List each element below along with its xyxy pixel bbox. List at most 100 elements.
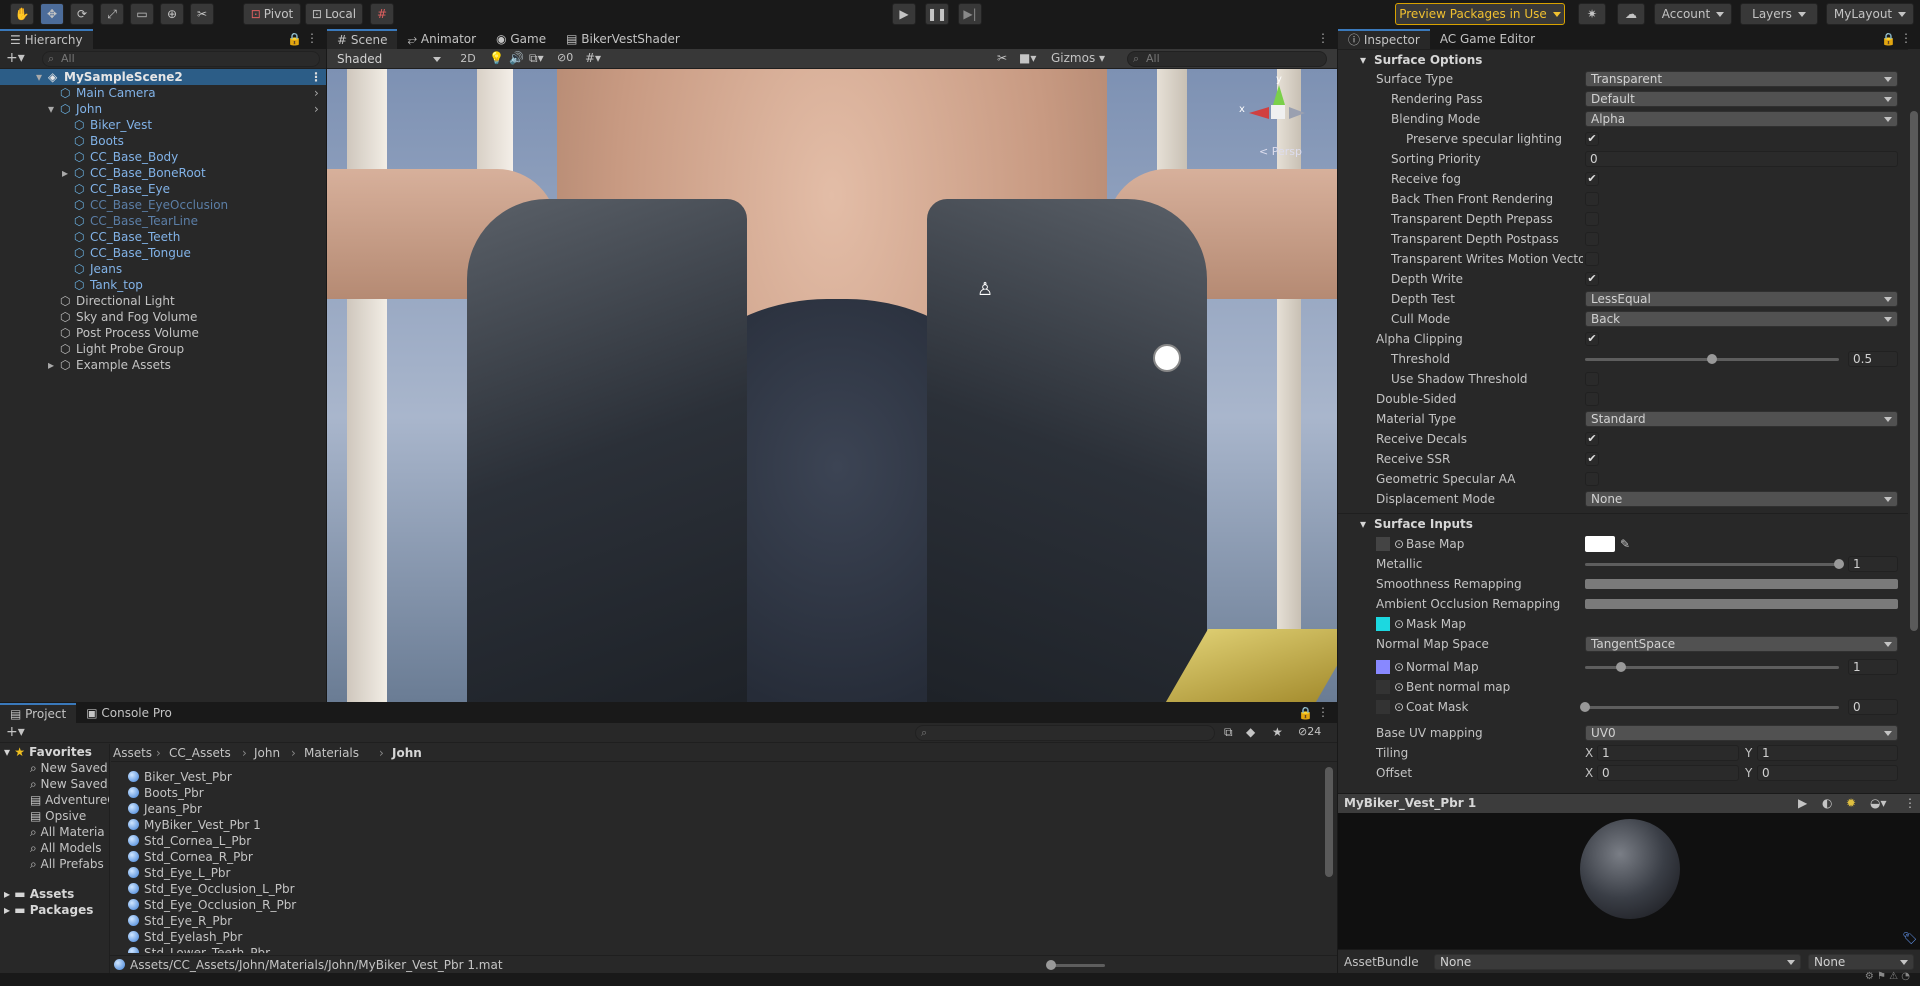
inspector-scrollbar[interactable] (1910, 111, 1918, 631)
hierarchy-row[interactable]: ⬡ CC_Base_Body (0, 149, 326, 165)
hierarchy-row[interactable]: ⬡ CC_Base_TearLine (0, 213, 326, 229)
grid-toggle-icon[interactable]: #▾ (585, 51, 601, 65)
hierarchy-row[interactable]: ⬡ Tank_top (0, 277, 326, 293)
filter-type-icon[interactable]: ⧉ (1224, 725, 1233, 740)
sorting-priority-field[interactable]: 0 (1585, 151, 1898, 167)
object-picker-icon[interactable]: ⊙ (1394, 659, 1404, 675)
texture-slot-icon[interactable] (1376, 537, 1390, 551)
bent-texture-slot-icon[interactable] (1376, 680, 1390, 694)
play-preview-icon[interactable]: ▶ (1798, 796, 1807, 810)
layers-dropdown[interactable]: Layers (1740, 3, 1818, 25)
kebab-menu-icon[interactable]: ⋮ (1317, 705, 1329, 719)
back-then-front-checkbox[interactable] (1585, 192, 1599, 206)
base-color-swatch[interactable] (1585, 536, 1615, 552)
light-preview-icon[interactable]: ✹ (1846, 796, 1856, 810)
preserve-specular-checkbox[interactable]: ✔ (1585, 132, 1599, 146)
use-shadow-threshold-checkbox[interactable] (1585, 372, 1599, 386)
material-preview[interactable]: 🏷 (1338, 813, 1920, 949)
object-picker-icon[interactable]: ⊙ (1394, 616, 1404, 632)
hierarchy-row[interactable]: ⬡ Boots (0, 133, 326, 149)
icon-size-slider-knob[interactable] (1046, 960, 1056, 970)
hierarchy-row[interactable]: ⬡ Biker_Vest (0, 117, 326, 133)
hierarchy-row[interactable]: ⬡ Post Process Volume (0, 325, 326, 341)
transform-tool-icon[interactable]: ⊕ (160, 3, 184, 25)
layout-dropdown[interactable]: MyLayout (1826, 3, 1914, 25)
object-picker-icon[interactable]: ⊙ (1394, 679, 1404, 695)
pivot-toggle[interactable]: ⊡ Pivot (243, 3, 301, 25)
play-button[interactable]: ▶ (892, 3, 916, 25)
filter-label-icon[interactable]: ◆ (1246, 725, 1255, 739)
tiling-x-field[interactable]: 1 (1597, 745, 1739, 761)
custom-tool-icon[interactable]: ✂ (190, 3, 214, 25)
depth-write-checkbox[interactable]: ✔ (1585, 272, 1599, 286)
receive-fog-checkbox[interactable]: ✔ (1585, 172, 1599, 186)
gizmo-y-axis[interactable] (1273, 85, 1285, 105)
kebab-menu-icon[interactable]: ⋮ (306, 31, 318, 45)
status-icons[interactable]: ⚙ ⚑ ⚠ ◔ (1865, 971, 1910, 982)
list-item[interactable]: Std_Eye_R_Pbr (128, 913, 232, 929)
scene-menu-icon[interactable]: ⋮ (310, 69, 322, 85)
probe-gizmo-icon[interactable] (1153, 344, 1181, 372)
alpha-clipping-checkbox[interactable]: ✔ (1585, 332, 1599, 346)
2d-toggle[interactable]: 2D (455, 51, 481, 67)
rect-tool-icon[interactable]: ▭ (130, 3, 154, 25)
list-item[interactable]: Std_Eye_Occlusion_R_Pbr (128, 897, 296, 913)
depth-prepass-checkbox[interactable] (1585, 212, 1599, 226)
step-button[interactable]: ▶| (958, 3, 982, 25)
shape-dropdown-icon[interactable]: ◒▾ (1870, 796, 1887, 810)
hierarchy-row[interactable]: ⬡ Jeans (0, 261, 326, 277)
base-uv-dropdown[interactable]: UV0 (1585, 725, 1898, 741)
breadcrumb-current[interactable]: John (392, 744, 422, 762)
gizmo-neg-x-axis[interactable] (1289, 107, 1305, 119)
cull-mode-dropdown[interactable]: Back (1585, 311, 1898, 327)
sphere-preview-icon[interactable]: ◐ (1822, 796, 1832, 810)
kebab-menu-icon[interactable]: ⋮ (1904, 796, 1916, 810)
normal-map-field[interactable]: 1 (1848, 659, 1898, 675)
coat-mask-slider-track[interactable] (1585, 706, 1839, 709)
lock-icon[interactable]: 🔒 (1881, 32, 1896, 46)
kebab-menu-icon[interactable]: ⋮ (1900, 31, 1912, 45)
effects-icon[interactable]: ⧉▾ (529, 51, 544, 66)
tab-animator[interactable]: ⥂ Animator (397, 29, 486, 49)
threshold-slider-knob[interactable] (1707, 354, 1717, 364)
list-item[interactable]: Std_Eyelash_Pbr (128, 929, 242, 945)
lock-icon[interactable]: 🔒 (1298, 706, 1313, 720)
local-toggle[interactable]: ⊡ Local (305, 3, 363, 25)
offset-y-field[interactable]: 0 (1757, 765, 1898, 781)
hierarchy-row[interactable]: ▸ ⬡ CC_Base_BoneRoot (0, 165, 326, 181)
list-item[interactable]: Std_Cornea_R_Pbr (128, 849, 253, 865)
list-item[interactable]: Std_Eye_L_Pbr (128, 865, 230, 881)
grid-snap-icon[interactable]: # (370, 3, 394, 25)
tab-hierarchy[interactable]: ☰ Hierarchy (0, 29, 93, 49)
chevron-right-icon[interactable]: › (314, 85, 319, 101)
displacement-dropdown[interactable]: None (1585, 491, 1898, 507)
hierarchy-row[interactable]: ⬡ CC_Base_Tongue (0, 245, 326, 261)
writes-motion-checkbox[interactable] (1585, 252, 1599, 266)
camera-icon[interactable]: ■▾ (1019, 51, 1036, 65)
account-dropdown[interactable]: Account (1654, 3, 1732, 25)
expand-arrow-icon[interactable]: ▸ (62, 165, 68, 181)
hierarchy-row[interactable]: ⬡ Main Camera › (0, 85, 326, 101)
tab-ac-game-editor[interactable]: AC Game Editor (1430, 29, 1545, 49)
tiling-y-field[interactable]: 1 (1757, 745, 1898, 761)
hierarchy-row[interactable]: ▾ ⬡ John › (0, 101, 326, 117)
orientation-gizmo[interactable]: y x < Persp (1227, 74, 1327, 167)
list-item[interactable]: Std_Cornea_L_Pbr (128, 833, 251, 849)
light-gizmo-icon[interactable]: ♙ (977, 279, 993, 300)
hierarchy-row[interactable]: ⬡ Sky and Fog Volume (0, 309, 326, 325)
perspective-label[interactable]: < Persp (1259, 145, 1302, 158)
surface-options-header[interactable]: ▾ Surface Options (1338, 49, 1908, 69)
favorites-header[interactable]: ▾ ★ Favorites (4, 744, 92, 760)
object-picker-icon[interactable]: ⊙ (1394, 536, 1404, 552)
gizmos-dropdown[interactable]: Gizmos ▾ (1051, 51, 1105, 65)
normal-space-dropdown[interactable]: TangentSpace (1585, 636, 1898, 652)
hierarchy-row[interactable]: ▸ ⬡ Example Assets (0, 357, 326, 373)
scene-viewport[interactable]: y x < Persp ♙ (327, 69, 1337, 702)
tab-project[interactable]: ▤ Project (0, 703, 77, 723)
object-picker-icon[interactable]: ⊙ (1394, 699, 1404, 715)
hidden-objects-toggle[interactable]: ⊘0 (557, 51, 573, 64)
breadcrumb-item[interactable]: Materials (304, 744, 359, 762)
list-item[interactable]: Std_Lower_Teeth_Pbr (128, 945, 270, 953)
audio-icon[interactable]: 🔊 (509, 51, 524, 65)
tab-inspector[interactable]: ⓘ Inspector (1338, 29, 1430, 49)
